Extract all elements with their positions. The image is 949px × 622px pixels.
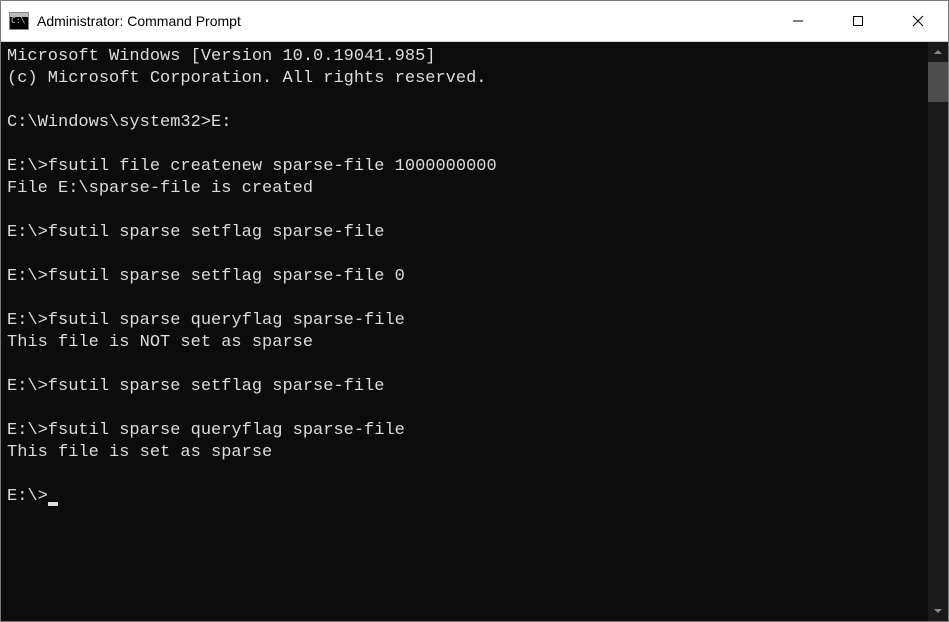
- chevron-down-icon: [933, 606, 943, 616]
- terminal-prompt: E:\>: [7, 487, 48, 506]
- terminal-line: [7, 354, 922, 376]
- cursor: [48, 502, 58, 506]
- terminal-line: (c) Microsoft Corporation. All rights re…: [7, 68, 922, 90]
- terminal-line: E:\>fsutil file createnew sparse-file 10…: [7, 156, 922, 178]
- terminal-line: E:\>fsutil sparse setflag sparse-file: [7, 376, 922, 398]
- terminal-line: This file is set as sparse: [7, 442, 922, 464]
- scrollbar-down-button[interactable]: [928, 601, 948, 621]
- terminal-line: File E:\sparse-file is created: [7, 178, 922, 200]
- terminal-line: [7, 244, 922, 266]
- terminal-line: C:\Windows\system32>E:: [7, 112, 922, 134]
- terminal-prompt-line: E:\>: [7, 486, 922, 508]
- terminal-line: E:\>fsutil sparse queryflag sparse-file: [7, 310, 922, 332]
- terminal-line: [7, 90, 922, 112]
- app-icon: C:\: [9, 12, 29, 30]
- close-button[interactable]: [888, 1, 948, 41]
- terminal-line: [7, 200, 922, 222]
- maximize-button[interactable]: [828, 1, 888, 41]
- terminal-line: [7, 464, 922, 486]
- terminal-line: This file is NOT set as sparse: [7, 332, 922, 354]
- scrollbar-up-button[interactable]: [928, 42, 948, 62]
- terminal-line: E:\>fsutil sparse setflag sparse-file: [7, 222, 922, 244]
- terminal-line: Microsoft Windows [Version 10.0.19041.98…: [7, 46, 922, 68]
- close-icon: [912, 15, 924, 27]
- scrollbar[interactable]: [928, 42, 948, 621]
- terminal-line: E:\>fsutil sparse queryflag sparse-file: [7, 420, 922, 442]
- scrollbar-thumb[interactable]: [928, 62, 948, 102]
- terminal-container: Microsoft Windows [Version 10.0.19041.98…: [1, 42, 948, 621]
- command-prompt-window: C:\ Administrator: Command Prompt Micros…: [0, 0, 949, 622]
- window-controls: [768, 1, 948, 41]
- minimize-icon: [792, 15, 804, 27]
- terminal-line: [7, 288, 922, 310]
- terminal-output[interactable]: Microsoft Windows [Version 10.0.19041.98…: [1, 42, 928, 621]
- maximize-icon: [852, 15, 864, 27]
- terminal-line: [7, 134, 922, 156]
- chevron-up-icon: [933, 47, 943, 57]
- terminal-line: E:\>fsutil sparse setflag sparse-file 0: [7, 266, 922, 288]
- minimize-button[interactable]: [768, 1, 828, 41]
- titlebar[interactable]: C:\ Administrator: Command Prompt: [1, 1, 948, 42]
- window-title: Administrator: Command Prompt: [37, 13, 768, 29]
- terminal-line: [7, 398, 922, 420]
